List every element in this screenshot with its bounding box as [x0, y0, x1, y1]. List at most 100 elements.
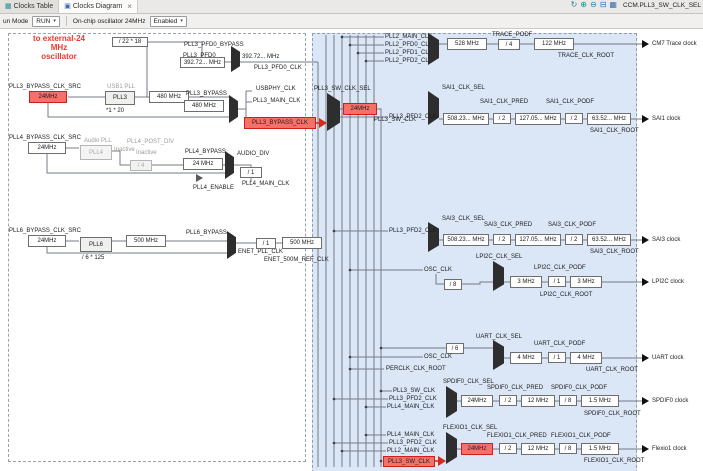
divider-uart-clk-podf[interactable]: / 1	[548, 352, 566, 363]
value-flexio1-pred[interactable]: 12 MHz	[521, 443, 555, 455]
divider-sai1-clk-podf[interactable]: / 2	[565, 113, 583, 124]
value-pll3-bypass[interactable]: 480 MHz	[184, 100, 224, 112]
clock-output-arrow-icon	[642, 397, 649, 405]
close-tab-icon[interactable]: ×	[127, 2, 132, 11]
value-trace-clk-root[interactable]: 122 MHz	[534, 38, 574, 50]
clock-output[interactable]: UART clock	[652, 354, 683, 362]
zoom-in-icon[interactable]: ⊕	[580, 1, 587, 9]
value-pll3-pfd0-clk: 392.72... MHz	[242, 54, 280, 60]
clock-output-arrow-icon	[642, 40, 649, 48]
value-pll6-bypass-clk-src[interactable]: 24MHz	[28, 235, 66, 247]
divider-spdif0-clk-podf[interactable]: / 8	[559, 395, 577, 406]
label-lpi2c-in-osc-clk: OSC_CLK	[424, 267, 453, 273]
clock-diagram-canvas[interactable]: to external-24 MHz oscillator / 22 * 18 PL…	[0, 29, 703, 471]
divider-lpi2c-osc[interactable]: / 8	[444, 279, 462, 290]
label-spdif0-clk-podf: SPDIF0_CLK_PODF	[551, 385, 608, 391]
annotation-external-oscillator: to external-24 MHz oscillator	[32, 34, 86, 61]
divider-audio-div[interactable]: / 1	[240, 167, 262, 178]
label-pll6-mult: / 6 * 125	[82, 255, 105, 261]
divider-spdif0-clk-pred[interactable]: / 2	[499, 395, 517, 406]
value-flexio1-sel[interactable]: 24MHz	[461, 443, 493, 455]
block-pll6[interactable]: PLL6	[80, 237, 112, 252]
value-pll3-bypass-clk-src[interactable]: 24MHz	[29, 91, 67, 103]
value-uart-sel[interactable]: 4 MHz	[510, 352, 542, 364]
chevron-down-icon: ▾	[53, 18, 56, 24]
label-pll6-bypass: PLL6_BYPASS	[186, 230, 227, 236]
toolbar-separator	[65, 16, 67, 26]
clock-output[interactable]: LPI2C clock	[652, 278, 684, 286]
divider-sai3-clk-podf[interactable]: / 2	[565, 234, 583, 245]
value-flexio1-podf[interactable]: 1.5 MHz	[581, 443, 619, 455]
divider-sai3-clk-pred[interactable]: / 2	[493, 234, 511, 245]
value-pll6-out[interactable]: 500 MHz	[126, 235, 166, 247]
value-lpi2c-sel[interactable]: 3 MHz	[510, 276, 542, 288]
label-pll4-post-div-inactive: Inactive	[136, 150, 157, 156]
value-uart-podf[interactable]: 4 MHz	[570, 352, 602, 364]
refresh-icon[interactable]: ↻	[571, 1, 578, 9]
value-sai1-podf[interactable]: 63.52... MHz	[587, 113, 631, 125]
label-pll3-pfd0-bypass: PLL3_PFD0_BYPASS	[184, 42, 244, 48]
divider-trace-podf[interactable]: / 4	[498, 39, 520, 50]
label-lpi2c-clk-root: LPI2C_CLK_ROOT	[540, 292, 593, 298]
divider-sai1-clk-pred[interactable]: / 2	[493, 113, 511, 124]
divider-enet-500m[interactable]: / 1	[256, 238, 276, 249]
value-spdif0-sel[interactable]: 24MHz	[461, 395, 493, 407]
value-spdif0-pred[interactable]: 12 MHz	[521, 395, 555, 407]
divider-flexio1-clk-podf[interactable]: / 8	[559, 443, 577, 454]
value-pll4-bypass-clk-src[interactable]: 24MHz	[28, 142, 66, 154]
divider-uart-pll3[interactable]: / 6	[446, 343, 464, 354]
value-pll3-pfd0[interactable]: 392.72... MHz	[180, 57, 225, 68]
value-sai3-pred[interactable]: 127.05... MHz	[515, 234, 561, 246]
clock-output-arrow-icon	[642, 445, 649, 453]
value-enet-500m[interactable]: 500 MHz	[282, 237, 322, 249]
value-spdif0-podf[interactable]: 1.5 MHz	[581, 395, 619, 407]
label-sai3-clk-podf: SAI3_CLK_PODF	[548, 222, 597, 228]
label-pll6-bypass-clk-src: PLL6_BYPASS_CLK_SRC	[9, 228, 81, 234]
label-uart-clk-podf: UART_CLK_PODF	[534, 341, 586, 347]
divider-flexio1-clk-pred[interactable]: / 2	[499, 443, 517, 454]
label-sai1-clk-root: SAI1_CLK_ROOT	[590, 128, 639, 134]
block-pll4[interactable]: PLL4	[80, 145, 112, 160]
zoom-out-icon[interactable]: ⊖	[590, 1, 597, 9]
osc-label: On-chip oscillator 24MHz	[72, 17, 146, 25]
clock-output[interactable]: SAI3 clock	[652, 236, 680, 244]
divider-pll4-post-div[interactable]: / 4	[130, 160, 152, 171]
label-flexio1-in-pll2-main-clk: PLL2_MAIN_CLK	[387, 448, 435, 454]
label-flexio1-clk-root: FLEXIO1_CLK_ROOT	[584, 458, 645, 464]
value-sai3-sel[interactable]: 508.23... MHz	[443, 234, 489, 246]
value-pll3-sw-clk[interactable]: 24MHz	[343, 103, 377, 115]
value-sai1-pred[interactable]: 127.05... MHz	[515, 113, 561, 125]
clock-output[interactable]: SAI1 clock	[652, 115, 680, 123]
divider-lpi2c-clk-podf[interactable]: / 1	[548, 276, 566, 287]
value-sai1-sel[interactable]: 508.23... MHz	[443, 113, 489, 125]
label-sai1-clk-pred: SAI1_CLK_PRED	[480, 99, 529, 105]
clock-output[interactable]: SPDIF0 clock	[652, 397, 688, 405]
clock-output[interactable]: CM7 Trace clock	[652, 40, 697, 48]
value-flexio1-in-pll3-sw-clk[interactable]: PLL3_SW_CLK	[383, 456, 435, 467]
pll4-enable-gate[interactable]	[196, 174, 203, 182]
clock-output[interactable]: Flexio1 clock	[652, 445, 687, 453]
value-pll4-bypass[interactable]: 24 MHz	[183, 158, 223, 170]
value-pll3-out[interactable]: 480 MHz	[149, 91, 189, 103]
value-pll3-bypass-clk[interactable]: PLL3_BYPASS_CLK	[244, 117, 316, 129]
zoom-fit-icon[interactable]: ⊟	[600, 1, 607, 9]
label-sai3-clk-sel: SAI3_CLK_SEL	[442, 216, 485, 222]
editor-tabbar: ▦ Clocks Table ▣ Clocks Diagram × ↻ ⊕ ⊖ …	[0, 0, 703, 14]
label-trace-podf: TRACE_PODF	[492, 32, 533, 38]
divider-pll3-pfd0-frac[interactable]: / 22 * 18	[112, 37, 148, 47]
osc-select[interactable]: Enabled ▾	[149, 15, 187, 27]
label-flexio1-in-pll3-pfd2-clk: PLL3_PFD2_CLK	[389, 440, 437, 446]
run-mode-select[interactable]: RUN ▾	[32, 15, 60, 27]
value-sai3-podf[interactable]: 63.52... MHz	[587, 234, 631, 246]
tab-label: Clocks Table	[13, 3, 54, 10]
tab-clocks-diagram[interactable]: ▣ Clocks Diagram ×	[59, 0, 138, 13]
label-pll3-bypass: PLL3_BYPASS	[186, 91, 227, 97]
block-pll3[interactable]: PLL3	[105, 91, 135, 105]
value-lpi2c-podf[interactable]: 3 MHz	[570, 276, 602, 288]
clocks-diagram-icon: ▣	[64, 3, 71, 10]
grid-icon[interactable]: ▦	[609, 1, 617, 9]
label-sai1-in-pll3-pfd2-clk: PLL3_PFD2_CLK	[389, 114, 437, 120]
tab-clocks-table[interactable]: ▦ Clocks Table	[0, 0, 60, 13]
selection-path: CCM.PLL3_SW_CLK_SEL	[622, 1, 701, 9]
value-trace-sel[interactable]: 528 MHz	[447, 38, 487, 50]
